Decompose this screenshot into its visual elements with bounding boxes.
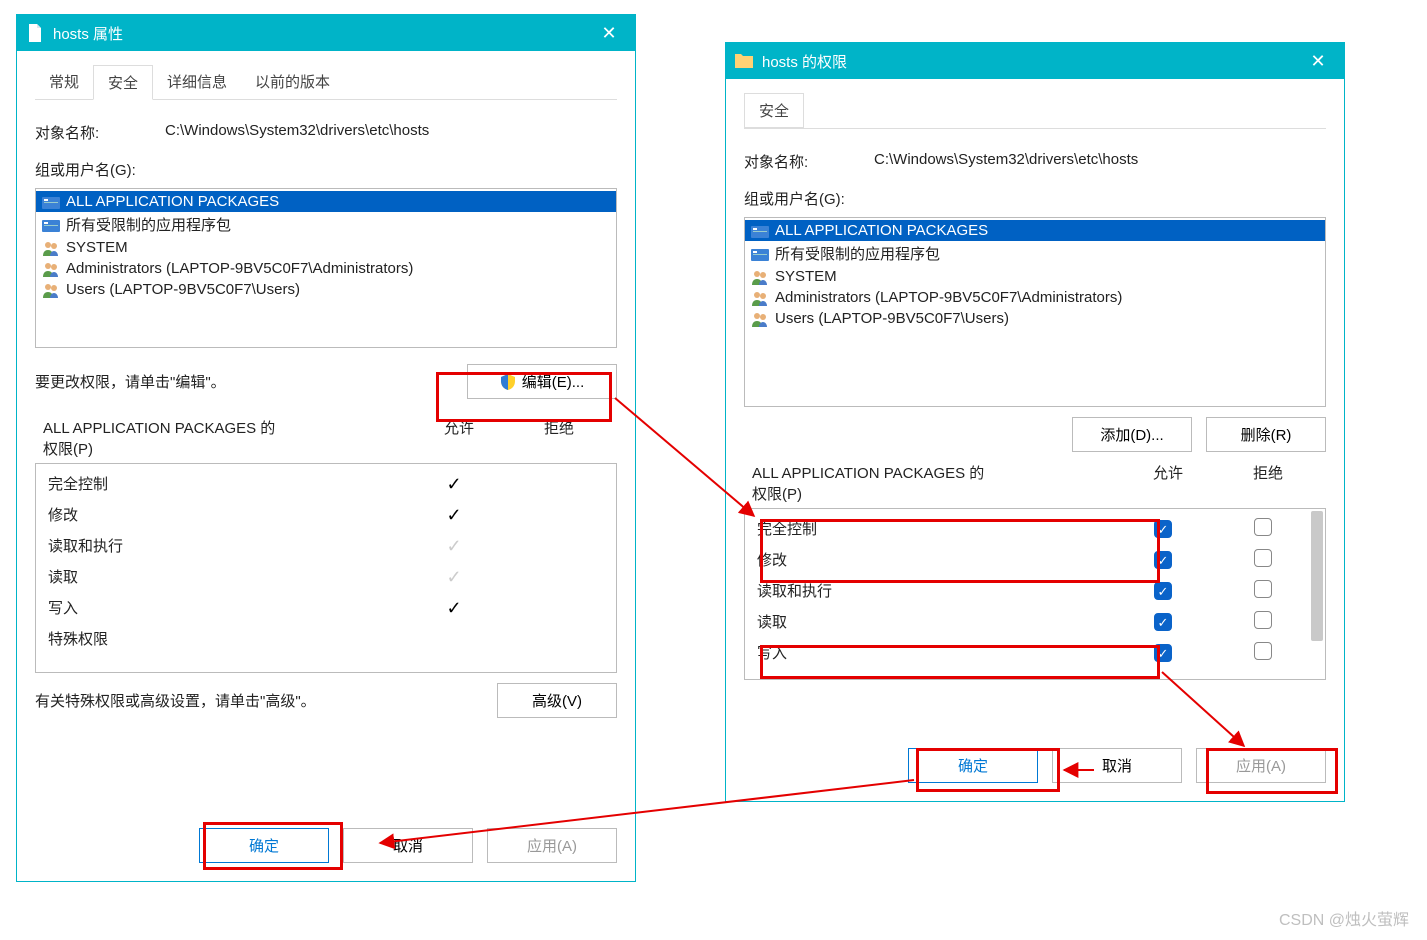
deny-header: 拒绝 [509,417,609,459]
tab-details[interactable]: 详细信息 [153,65,241,99]
permission-row: 完全控制✓ [36,468,616,499]
perm-title2: 权限(P) [752,483,1118,504]
add-button[interactable]: 添加(D)... [1072,417,1192,452]
allow-checkbox[interactable]: ✓ [1154,644,1172,662]
groups-label: 组或用户名(G): [35,159,617,180]
tab-security[interactable]: 安全 [744,93,804,128]
title-text: hosts 属性 [53,23,123,44]
list-item[interactable]: SYSTEM [745,266,1325,287]
allow-checkbox[interactable]: ✓ [1154,520,1172,538]
close-icon[interactable]: ✕ [591,15,627,51]
tab-previous[interactable]: 以前的版本 [241,65,344,99]
ok-button[interactable]: 确定 [199,828,329,863]
list-item[interactable]: Users (LAPTOP-9BV5C0F7\Users) [745,308,1325,329]
perm-title1: ALL APPLICATION PACKAGES 的 [752,462,1118,483]
allow-header: 允许 [409,417,509,459]
permission-row: 特殊权限 [36,623,616,654]
edit-button-label: 编辑(E)... [522,371,585,392]
allow-checkbox[interactable]: ✓ [1154,551,1172,569]
object-name-value: C:\Windows\System32\drivers\etc\hosts [165,122,429,143]
allow-header: 允许 [1118,462,1218,504]
permission-row: 读取和执行✓ [36,530,616,561]
ok-button[interactable]: 确定 [908,748,1038,783]
list-item[interactable]: ALL APPLICATION PACKAGES [36,191,616,212]
hosts-permissions-dialog: hosts 的权限 ✕ 安全 对象名称: C:\Windows\System32… [725,42,1345,802]
permission-row: 读取和执行✓ [745,575,1325,606]
hosts-properties-dialog: hosts 属性 ✕ 常规 安全 详细信息 以前的版本 对象名称: C:\Win… [16,14,636,882]
deny-checkbox[interactable] [1254,549,1272,567]
edit-hint: 要更改权限，请单击"编辑"。 [35,371,467,392]
permissions-table: 完全控制✓修改✓读取和执行✓读取✓写入✓特殊权限 [35,463,617,673]
file-icon [25,23,45,43]
permission-row: 读取✓ [36,561,616,592]
remove-button[interactable]: 删除(R) [1206,417,1326,452]
object-name-label: 对象名称: [744,151,874,172]
edit-button[interactable]: 编辑(E)... [467,364,617,399]
close-icon[interactable]: ✕ [1300,43,1336,79]
list-item[interactable]: 所有受限制的应用程序包 [745,241,1325,266]
deny-checkbox[interactable] [1254,580,1272,598]
tabs: 常规 安全 详细信息 以前的版本 [35,65,617,100]
deny-checkbox[interactable] [1254,611,1272,629]
permission-row: 写入✓ [36,592,616,623]
cancel-button[interactable]: 取消 [1052,748,1182,783]
list-item[interactable]: Administrators (LAPTOP-9BV5C0F7\Administ… [745,287,1325,308]
watermark: CSDN @烛火萤辉 [1279,906,1409,930]
tab-security[interactable]: 安全 [93,65,153,100]
apply-button[interactable]: 应用(A) [1196,748,1326,783]
perm-title1: ALL APPLICATION PACKAGES 的 [43,417,409,438]
shield-icon [500,374,516,390]
deny-header: 拒绝 [1218,462,1318,504]
tabs: 安全 [744,93,1326,129]
list-item[interactable]: Users (LAPTOP-9BV5C0F7\Users) [36,279,616,300]
titlebar: hosts 属性 ✕ [17,15,635,51]
permissions-table: 完全控制✓修改✓读取和执行✓读取✓写入✓ [744,508,1326,680]
tab-general[interactable]: 常规 [35,65,93,99]
scrollbar-thumb[interactable] [1311,511,1323,641]
groups-label: 组或用户名(G): [744,188,1326,209]
list-item[interactable]: ALL APPLICATION PACKAGES [745,220,1325,241]
permission-row: 修改✓ [745,544,1325,575]
object-name-value: C:\Windows\System32\drivers\etc\hosts [874,151,1138,172]
allow-checkbox[interactable]: ✓ [1154,582,1172,600]
permission-row: 写入✓ [745,637,1325,668]
advanced-hint: 有关特殊权限或高级设置，请单击"高级"。 [35,690,497,711]
advanced-button[interactable]: 高级(V) [497,683,617,718]
folder-icon [734,51,754,71]
title-text: hosts 的权限 [762,51,847,72]
list-item[interactable]: 所有受限制的应用程序包 [36,212,616,237]
groups-listbox[interactable]: ALL APPLICATION PACKAGES所有受限制的应用程序包SYSTE… [744,217,1326,407]
cancel-button[interactable]: 取消 [343,828,473,863]
allow-checkbox[interactable]: ✓ [1154,613,1172,631]
deny-checkbox[interactable] [1254,642,1272,660]
titlebar: hosts 的权限 ✕ [726,43,1344,79]
apply-button[interactable]: 应用(A) [487,828,617,863]
deny-checkbox[interactable] [1254,518,1272,536]
list-item[interactable]: Administrators (LAPTOP-9BV5C0F7\Administ… [36,258,616,279]
list-item[interactable]: SYSTEM [36,237,616,258]
perm-title2: 权限(P) [43,438,409,459]
groups-listbox[interactable]: ALL APPLICATION PACKAGES所有受限制的应用程序包SYSTE… [35,188,617,348]
permission-row: 读取✓ [745,606,1325,637]
permission-row: 完全控制✓ [745,513,1325,544]
object-name-label: 对象名称: [35,122,165,143]
permission-row: 修改✓ [36,499,616,530]
